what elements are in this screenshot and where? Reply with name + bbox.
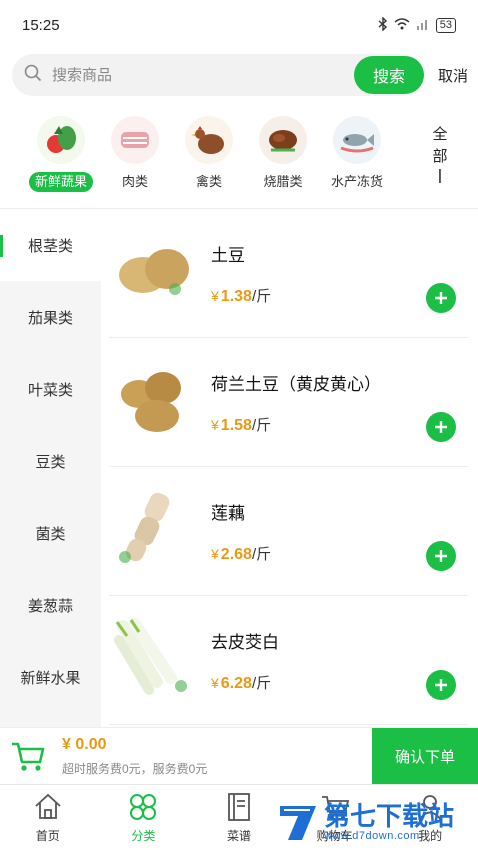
- product-price: ¥ 1.58 /斤: [211, 414, 271, 435]
- add-to-cart-button[interactable]: [426, 412, 456, 442]
- search-bar: 搜索 取消: [12, 54, 468, 96]
- product-price: ¥ 2.68 /斤: [211, 543, 271, 564]
- category-poultry[interactable]: 禽类: [172, 116, 246, 196]
- price-unit: /斤: [251, 417, 272, 434]
- category-meat[interactable]: 肉类: [98, 116, 172, 196]
- status-time: 15:25: [22, 16, 60, 34]
- all-categories-label: ꟾ: [437, 170, 443, 187]
- sidebar-item-fresh-fruit[interactable]: 新鲜水果: [0, 641, 101, 713]
- sidebar-item-mushrooms[interactable]: 菌类: [0, 497, 101, 569]
- vegetable-icon: [37, 116, 85, 164]
- cart-bar: ¥ 0.00 超时服务费0元，服务费0元 确认下单: [0, 727, 478, 784]
- all-categories-label: 部: [432, 148, 448, 165]
- plus-icon: [435, 550, 447, 562]
- search-input[interactable]: [52, 66, 292, 84]
- product-price: ¥ 1.38 /斤: [211, 285, 271, 306]
- product-item[interactable]: 去皮茭白 ¥ 6.28 /斤: [109, 596, 468, 725]
- plus-icon: [435, 421, 447, 433]
- confirm-order-button[interactable]: 确认下单: [372, 728, 478, 784]
- product-name: 去皮茭白: [211, 633, 279, 652]
- category-label: 禽类: [195, 174, 222, 189]
- category-row: 新鲜蔬果 肉类 禽类 烧腊类 水产冻货 全 部 ꟾ: [24, 116, 454, 196]
- product-item[interactable]: 莲藕 ¥ 2.68 /斤: [109, 467, 468, 596]
- category-label: 新鲜蔬果: [28, 172, 93, 192]
- shopping-cart-icon[interactable]: [10, 740, 46, 772]
- tab-label: 首页: [35, 829, 60, 843]
- product-list: 土豆 ¥ 1.38 /斤 荷兰土豆（黄皮黄心） ¥ 1.58 /斤 莲藕 ¥ 2…: [101, 209, 478, 727]
- cancel-button[interactable]: 取消: [424, 65, 468, 86]
- all-categories-label: 全: [432, 126, 448, 143]
- home-icon: [35, 793, 61, 819]
- wifi-icon: [394, 17, 410, 33]
- status-bar: 15:25 53: [0, 0, 478, 50]
- plus-icon: [435, 679, 447, 691]
- tab-label: 分类: [131, 829, 156, 843]
- plus-icon: [435, 292, 447, 304]
- price-currency: ¥: [211, 417, 219, 433]
- sidebar-item-beans[interactable]: 豆类: [0, 425, 101, 497]
- product-name: 莲藕: [211, 504, 245, 523]
- product-name: 土豆: [211, 246, 245, 265]
- price-unit: /斤: [251, 546, 272, 563]
- status-icons: 53: [378, 15, 456, 34]
- tab-home[interactable]: 首页: [0, 785, 96, 850]
- watermark: 第七下载站 www.d7down.com: [276, 798, 472, 846]
- service-fee-note: 超时服务费0元，服务费0元: [62, 762, 208, 776]
- category-label: 肉类: [121, 174, 148, 189]
- price-value: 1.58: [220, 417, 252, 434]
- price-unit: /斤: [251, 675, 272, 692]
- watermark-title: 第七下载站: [324, 801, 455, 831]
- price-currency: ¥: [211, 675, 219, 691]
- category-label: 水产冻货: [330, 174, 383, 189]
- product-item[interactable]: 荷兰土豆（黄皮黄心） ¥ 1.58 /斤: [109, 338, 468, 467]
- category-label: 烧腊类: [263, 174, 303, 189]
- price-value: 1.38: [220, 288, 252, 305]
- all-categories-button[interactable]: 全 部 ꟾ: [426, 116, 454, 196]
- sidebar-item-root-vegetables[interactable]: 根茎类: [0, 209, 101, 281]
- watermark-logo-icon: [280, 806, 316, 840]
- dutch-potato-image: [113, 358, 195, 440]
- add-to-cart-button[interactable]: [426, 670, 456, 700]
- subcategory-sidebar: 根茎类 茄果类 叶菜类 豆类 菌类 姜葱蒜 新鲜水果: [0, 209, 101, 727]
- category-fresh-produce[interactable]: 新鲜蔬果: [24, 116, 98, 196]
- sidebar-item-fruit-vegetables[interactable]: 茄果类: [0, 281, 101, 353]
- signal-icon: [416, 18, 430, 33]
- product-item[interactable]: 土豆 ¥ 1.38 /斤: [109, 209, 468, 338]
- category-roast-meat[interactable]: 烧腊类: [246, 116, 320, 196]
- potato-image: [113, 229, 195, 311]
- battery-indicator: 53: [435, 17, 456, 33]
- recipe-icon: [228, 793, 250, 821]
- cart-total: ¥ 0.00: [62, 736, 107, 753]
- meat-icon: [111, 116, 159, 164]
- search-button[interactable]: 搜索: [354, 56, 424, 94]
- tab-category[interactable]: 分类: [96, 785, 192, 850]
- water-bamboo-image: [113, 616, 195, 698]
- roast-meat-icon: [259, 116, 307, 164]
- sidebar-item-ginger-onion-garlic[interactable]: 姜葱蒜: [0, 569, 101, 641]
- product-price: ¥ 6.28 /斤: [211, 672, 271, 693]
- lotus-root-image: [113, 487, 195, 569]
- product-name: 荷兰土豆（黄皮黄心）: [211, 375, 381, 394]
- category-seafood[interactable]: 水产冻货: [320, 116, 394, 196]
- search-icon: [24, 64, 42, 87]
- seafood-icon: [333, 116, 381, 164]
- price-unit: /斤: [251, 288, 272, 305]
- poultry-icon: [185, 116, 233, 164]
- price-currency: ¥: [211, 546, 219, 562]
- price-value: 6.28: [220, 675, 252, 692]
- watermark-url: www.d7down.com: [324, 830, 420, 842]
- add-to-cart-button[interactable]: [426, 541, 456, 571]
- category-icon: [130, 794, 157, 820]
- bluetooth-icon: [378, 15, 388, 34]
- tab-label: 菜谱: [226, 829, 251, 843]
- tab-recipe[interactable]: 菜谱: [191, 785, 287, 850]
- price-value: 2.68: [220, 546, 252, 563]
- add-to-cart-button[interactable]: [426, 283, 456, 313]
- search-box: 搜索: [12, 54, 424, 96]
- price-currency: ¥: [211, 288, 219, 304]
- sidebar-item-leafy-vegetables[interactable]: 叶菜类: [0, 353, 101, 425]
